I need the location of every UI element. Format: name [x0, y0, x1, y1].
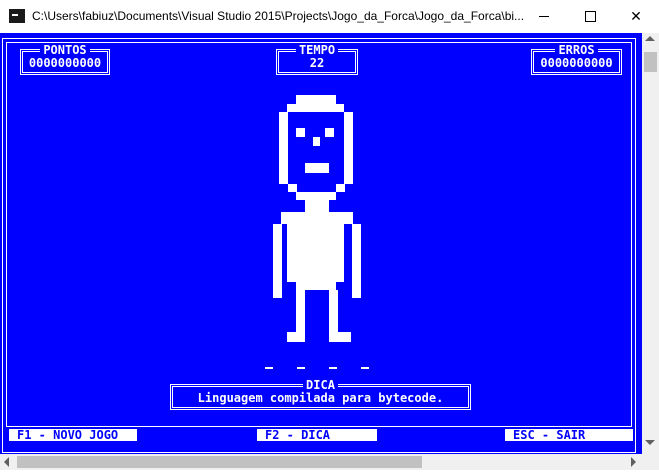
hangman-arm-left: [273, 224, 282, 298]
scrollbar-corner: [642, 454, 659, 470]
novo-jogo-key[interactable]: F1 - NOVO JOGO: [9, 429, 137, 441]
vertical-scrollbar[interactable]: [642, 33, 659, 454]
hangman-head-top: [296, 95, 336, 104]
hangman-arm-right: [352, 224, 361, 298]
console-app-icon: [9, 9, 25, 23]
hangman-eye-left: [296, 128, 305, 137]
dica-box: DICA Linguagem compilada para bytecode.: [170, 378, 471, 410]
title-bar: C:\Users\fabiuz\Documents\Visual Studio …: [0, 0, 659, 34]
horizontal-scroll-thumb[interactable]: [17, 456, 422, 468]
dica-text: Linguagem compilada para bytecode.: [197, 391, 444, 405]
hangman-chin-left: [288, 184, 297, 192]
scroll-down-icon[interactable]: [645, 440, 655, 445]
close-button[interactable]: ✕: [613, 0, 659, 33]
hangman-head-upper: [287, 104, 344, 112]
window-title: C:\Users\fabiuz\Documents\Visual Studio …: [32, 9, 525, 23]
hangman-mouth: [305, 163, 329, 173]
hangman-eye-right: [325, 128, 334, 137]
hangman-leg-right: [329, 290, 338, 332]
hangman-neck: [305, 200, 329, 212]
scroll-right-icon[interactable]: [631, 457, 636, 467]
close-icon: ✕: [630, 8, 642, 25]
scroll-left-icon[interactable]: [4, 457, 9, 467]
maximize-button[interactable]: [567, 0, 613, 33]
dica-label: DICA: [303, 378, 338, 392]
hangman-nose: [313, 137, 320, 146]
console-area: PONTOS 0000000000 TEMPO 22 ERROS 0000000…: [0, 33, 642, 454]
letter-blank: [329, 367, 337, 369]
minimize-button[interactable]: [521, 0, 567, 33]
hangman-head-right: [344, 112, 353, 184]
hangman-torso: [287, 224, 344, 282]
letter-blank: [361, 367, 369, 369]
minimize-icon: [539, 16, 549, 17]
hangman-foot-left: [287, 332, 305, 342]
letter-blank: [265, 367, 273, 369]
hangman-shoulders: [281, 212, 353, 224]
letter-blank: [297, 367, 305, 369]
hangman-chin-right: [336, 184, 345, 192]
hangman-head-left: [279, 112, 288, 184]
dica-key[interactable]: F2 - DICA: [257, 429, 377, 441]
vertical-scroll-thumb[interactable]: [644, 52, 657, 72]
maximize-icon: [584, 11, 596, 22]
hangman-chin: [296, 192, 336, 200]
hangman-foot-right: [329, 332, 351, 342]
hangman-leg-left: [296, 290, 305, 332]
scroll-up-icon[interactable]: [645, 36, 655, 41]
sair-key[interactable]: ESC - SAIR: [505, 429, 633, 441]
hangman-hip: [296, 282, 336, 290]
